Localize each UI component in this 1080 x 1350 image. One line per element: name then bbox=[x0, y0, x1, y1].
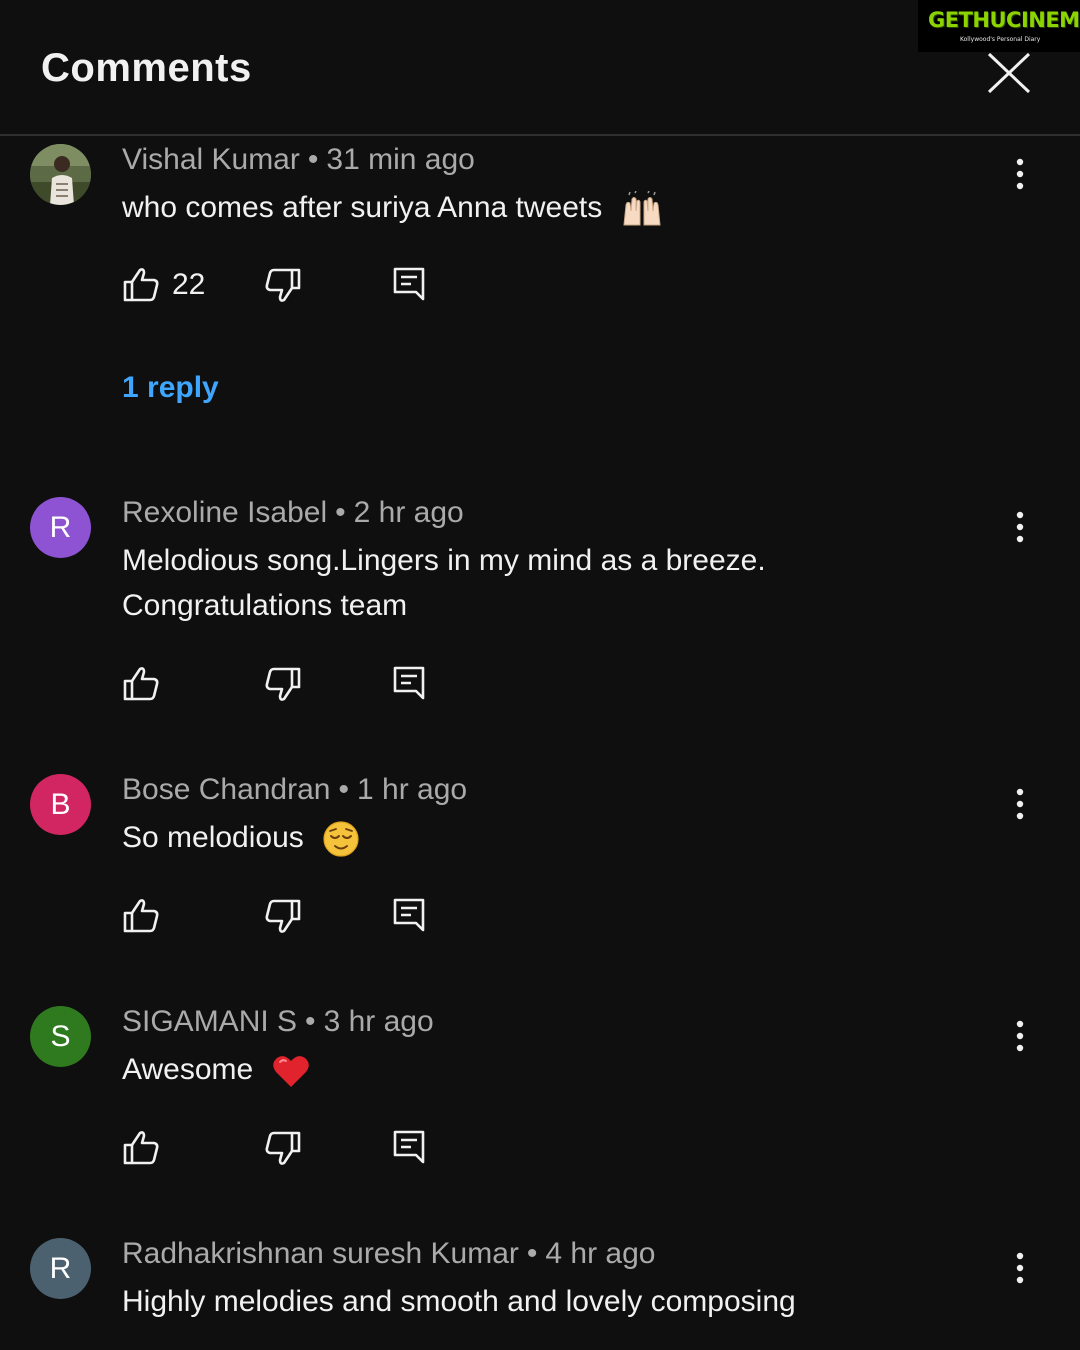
more-vertical-icon bbox=[1016, 1252, 1024, 1284]
comment-reply-icon bbox=[393, 267, 425, 301]
reply-button[interactable] bbox=[392, 665, 426, 701]
avatar[interactable]: B bbox=[30, 774, 91, 835]
thumbs-down-icon bbox=[265, 268, 301, 302]
comment-time: 1 hr ago bbox=[357, 773, 468, 806]
more-options-button[interactable] bbox=[1004, 1016, 1036, 1056]
comment-item: B Bose Chandran • 1 hr ago So melodious bbox=[0, 770, 1080, 950]
like-count: 22 bbox=[172, 268, 206, 301]
comment-text: Awesome bbox=[122, 1053, 254, 1086]
thumbs-up-icon bbox=[123, 899, 159, 933]
comment-item: Vishal Kumar • 31 min ago who comes after … bbox=[0, 140, 1080, 430]
comment-author[interactable]: Bose Chandran bbox=[122, 773, 330, 806]
comment-meta: Vishal Kumar • 31 min ago bbox=[122, 143, 475, 177]
meta-separator: • bbox=[307, 143, 319, 176]
thumbs-up-icon bbox=[123, 268, 159, 302]
comment-text-row: who comes after suriya Anna tweets bbox=[122, 185, 982, 230]
comment-text-line: Melodious song.Lingers in my mind as a b… bbox=[122, 544, 766, 577]
like-button[interactable]: 22 bbox=[122, 267, 205, 303]
thumbs-up-icon bbox=[123, 667, 159, 701]
comment-item: R Radhakrishnan suresh Kumar • 4 hr ago Hi… bbox=[0, 1234, 1080, 1350]
more-vertical-icon bbox=[1016, 511, 1024, 543]
comment-item: R Rexoline Isabel • 2 hr ago Melodious son… bbox=[0, 493, 1080, 723]
comment-meta: Rexoline Isabel • 2 hr ago bbox=[122, 496, 464, 530]
close-button[interactable] bbox=[984, 50, 1034, 96]
comment-text: So melodious bbox=[122, 821, 304, 854]
comment-meta: SIGAMANI S • 3 hr ago bbox=[122, 1005, 434, 1039]
comment-reply-icon bbox=[393, 898, 425, 932]
avatar[interactable] bbox=[30, 144, 91, 205]
more-options-button[interactable] bbox=[1004, 1248, 1036, 1288]
meta-separator: • bbox=[335, 496, 346, 529]
meta-separator: • bbox=[338, 773, 349, 806]
avatar[interactable]: R bbox=[30, 1238, 91, 1299]
comment-item: S SIGAMANI S • 3 hr ago Awesome bbox=[0, 1002, 1080, 1182]
comment-time: 31 min ago bbox=[326, 143, 475, 176]
comment-reply-icon bbox=[393, 1130, 425, 1164]
more-vertical-icon bbox=[1016, 1020, 1024, 1052]
avatar-initial: R bbox=[49, 510, 72, 544]
red-heart-emoji-icon bbox=[272, 1056, 309, 1088]
watermark-tagline: Kollywood's Personal Diary bbox=[960, 36, 1041, 43]
like-button[interactable] bbox=[122, 1130, 160, 1166]
thumbs-down-icon bbox=[265, 667, 301, 701]
comment-time: 2 hr ago bbox=[353, 496, 464, 529]
comment-author[interactable]: Vishal Kumar bbox=[122, 143, 300, 176]
avatar[interactable]: S bbox=[30, 1006, 91, 1067]
avatar-initial: R bbox=[49, 1251, 72, 1285]
more-vertical-icon bbox=[1016, 788, 1024, 820]
avatar-initial: S bbox=[50, 1019, 71, 1053]
dislike-button[interactable] bbox=[264, 666, 302, 702]
avatar-initial: B bbox=[50, 787, 71, 821]
more-vertical-icon bbox=[1016, 158, 1024, 190]
comment-text: who comes after suriya Anna tweets bbox=[122, 191, 603, 224]
more-options-button[interactable] bbox=[1004, 154, 1036, 194]
comment-text-row: Awesome bbox=[122, 1047, 982, 1092]
comment-time: 3 hr ago bbox=[323, 1005, 434, 1038]
avatar[interactable]: R bbox=[30, 497, 91, 558]
thumbs-down-icon bbox=[265, 1131, 301, 1165]
comment-reply-icon bbox=[393, 666, 425, 700]
raising-hands-emoji-icon bbox=[623, 191, 661, 226]
thumbs-up-icon bbox=[123, 1131, 159, 1165]
close-icon bbox=[987, 52, 1031, 94]
thumbs-down-icon bbox=[265, 899, 301, 933]
comment-text: Melodious song.Lingers in my mind as a b… bbox=[122, 538, 982, 628]
user-photo-icon bbox=[30, 144, 91, 205]
dislike-button[interactable] bbox=[264, 267, 302, 303]
comment-text: Highly melodies and smooth and lovely co… bbox=[122, 1285, 796, 1318]
reply-button[interactable] bbox=[392, 1129, 426, 1165]
relieved-face-emoji-icon bbox=[323, 821, 359, 857]
dislike-button[interactable] bbox=[264, 898, 302, 934]
dislike-button[interactable] bbox=[264, 1130, 302, 1166]
comment-text-line: Congratulations team bbox=[122, 589, 408, 622]
meta-separator: • bbox=[305, 1005, 316, 1038]
comment-meta: Radhakrishnan suresh Kumar • 4 hr ago bbox=[122, 1237, 655, 1271]
comment-author[interactable]: Radhakrishnan suresh Kumar bbox=[122, 1237, 519, 1270]
meta-separator: • bbox=[526, 1237, 538, 1270]
like-button[interactable] bbox=[122, 666, 160, 702]
more-options-button[interactable] bbox=[1004, 507, 1036, 547]
watermark-brand: GETHUCINEMA bbox=[928, 8, 1080, 32]
comment-text-row: So melodious bbox=[122, 815, 982, 860]
like-button[interactable] bbox=[122, 898, 160, 934]
comment-meta: Bose Chandran • 1 hr ago bbox=[122, 773, 467, 807]
comment-author[interactable]: SIGAMANI S bbox=[122, 1005, 297, 1038]
more-options-button[interactable] bbox=[1004, 784, 1036, 824]
comments-panel: Comments GETHUCINEMA Kollywood's Persona… bbox=[0, 0, 1080, 1350]
page-title: Comments bbox=[41, 46, 252, 90]
watermark-logo: GETHUCINEMA Kollywood's Personal Diary bbox=[918, 0, 1080, 52]
reply-button[interactable] bbox=[392, 266, 426, 302]
view-replies-link[interactable]: 1 reply bbox=[122, 371, 219, 405]
reply-button[interactable] bbox=[392, 897, 426, 933]
comment-author[interactable]: Rexoline Isabel bbox=[122, 496, 327, 529]
comment-time: 4 hr ago bbox=[545, 1237, 656, 1270]
